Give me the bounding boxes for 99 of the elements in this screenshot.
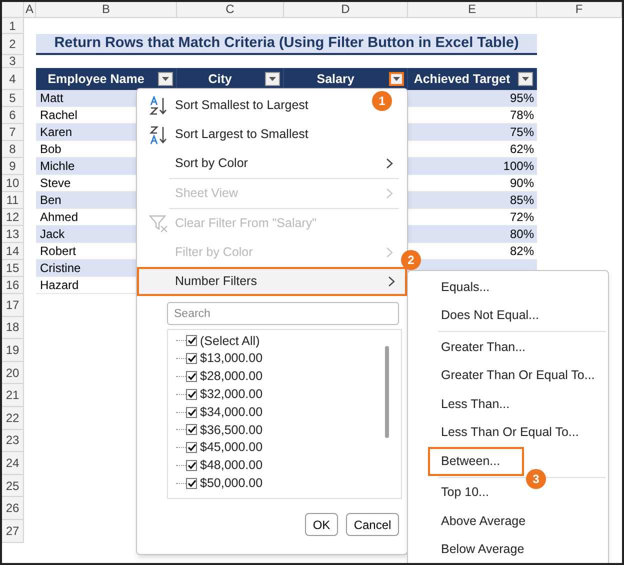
filter-dropdown-button[interactable] (265, 72, 280, 86)
check-icon (188, 444, 196, 452)
row-header[interactable]: 22 (2, 406, 24, 430)
dropdown-arrow-icon (522, 77, 529, 81)
filter-value-checkbox[interactable] (186, 335, 197, 346)
filter-value-label: $32,000.00 (200, 386, 263, 403)
row-header[interactable]: 24 (2, 452, 24, 475)
filter-dropdown-button[interactable] (389, 72, 404, 86)
row-header[interactable]: 17 (2, 294, 24, 317)
menu-item[interactable]: Equals... (408, 273, 608, 302)
check-icon (188, 372, 196, 380)
row-header[interactable]: 14 (2, 243, 24, 260)
row-header[interactable]: 19 (2, 339, 24, 362)
chevron-right-icon (386, 188, 393, 199)
row-header[interactable]: 26 (2, 497, 24, 520)
row-header[interactable]: 4 (2, 68, 24, 90)
table-cell: 100% (408, 158, 537, 175)
menu-item[interactable]: Between... (428, 447, 524, 476)
row-header[interactable]: 16 (2, 277, 24, 294)
row-header[interactable]: 11 (2, 192, 24, 209)
check-icon (188, 408, 196, 416)
filter-value-checkbox[interactable] (186, 406, 197, 418)
column-heading: Employee Name (36, 68, 177, 90)
row-header[interactable]: 18 (2, 316, 24, 340)
filter-dropdown-button[interactable] (158, 72, 173, 86)
sort-descending-icon (149, 124, 169, 144)
row-header[interactable]: 7 (2, 124, 24, 141)
filter-value-checkbox[interactable] (186, 353, 197, 364)
filter-value-label: $48,000.00 (200, 457, 263, 474)
menu-item[interactable]: Greater Than... (408, 333, 608, 362)
filter-value-checkbox[interactable] (186, 460, 197, 471)
menu-item[interactable]: Greater Than Or Equal To... (408, 362, 608, 390)
table-cell: 85% (408, 192, 537, 209)
column-heading: Achieved Target (408, 68, 537, 90)
menu-item[interactable]: Number Filters (137, 267, 407, 296)
menu-item[interactable]: Less Than Or Equal To... (408, 418, 608, 447)
filter-value-label: $13,000.00 (200, 350, 263, 368)
check-icon (188, 462, 196, 469)
filter-dropdown-button[interactable] (518, 72, 533, 86)
chevron-right-icon (386, 158, 393, 169)
menu-item[interactable]: Above Average (408, 507, 608, 536)
column-header[interactable]: C (177, 2, 284, 17)
check-icon (188, 355, 196, 362)
row-header[interactable]: 27 (2, 520, 24, 543)
filter-value-label: (Select All) (200, 332, 260, 350)
row-header[interactable]: 21 (2, 384, 24, 407)
row-header[interactable]: 8 (2, 141, 24, 158)
row-header[interactable]: 6 (2, 107, 24, 124)
row-header[interactable]: 25 (2, 474, 24, 498)
filter-value-label: $36,500.00 (200, 422, 263, 439)
check-icon (188, 390, 196, 398)
dropdown-arrow-icon (269, 77, 276, 81)
filter-value-label: $50,000.00 (200, 474, 263, 492)
filter-value-label: $28,000.00 (200, 368, 263, 386)
filter-value-checkbox[interactable] (186, 370, 197, 382)
dropdown-arrow-icon (393, 77, 400, 81)
menu-item[interactable]: Does Not Equal... (408, 302, 608, 330)
column-header[interactable]: E (408, 2, 537, 17)
chevron-right-icon (388, 276, 395, 287)
cancel-button[interactable]: Cancel (346, 513, 399, 536)
row-header[interactable]: 12 (2, 209, 24, 226)
row-header[interactable]: 2 (2, 34, 24, 55)
dropdown-arrow-icon (162, 77, 169, 81)
column-heading: City (177, 68, 284, 90)
filter-value-label: $34,000.00 (200, 404, 263, 421)
check-icon (188, 426, 196, 434)
scrollbar-thumb[interactable] (385, 346, 389, 438)
sort-ascending-icon (149, 96, 169, 116)
filter-value-checkbox[interactable] (186, 388, 197, 400)
filter-value-checkbox[interactable] (186, 478, 197, 489)
row-header[interactable]: 13 (2, 226, 24, 243)
row-header[interactable]: 20 (2, 362, 24, 384)
row-header[interactable]: 10 (2, 175, 24, 192)
row-header[interactable]: 5 (2, 90, 24, 107)
table-cell: 75% (408, 124, 537, 141)
ok-button[interactable]: OK (305, 513, 338, 536)
check-icon (188, 480, 196, 487)
row-header[interactable]: 23 (2, 430, 24, 452)
menu-item[interactable]: Less Than... (408, 390, 608, 418)
column-header[interactable]: A (24, 2, 36, 17)
filter-value-checkbox[interactable] (186, 424, 197, 436)
filter-value-checkbox[interactable] (186, 442, 197, 454)
row-header[interactable]: 15 (2, 260, 24, 277)
column-header[interactable]: B (36, 2, 177, 17)
check-icon (188, 337, 196, 344)
table-cell: 95% (408, 90, 537, 107)
column-header[interactable]: D (284, 2, 408, 17)
clear-filter-icon (149, 214, 169, 234)
column-header[interactable]: F (537, 2, 622, 17)
chevron-right-icon (386, 247, 393, 258)
row-header[interactable]: 1 (2, 18, 24, 34)
sheet-title: Return Rows that Match Criteria (Using Filter Button in Excel Table) (36, 34, 537, 55)
menu-item[interactable]: Below Average (408, 536, 608, 563)
row-header[interactable]: 9 (2, 158, 24, 175)
search-field[interactable]: Search (167, 302, 399, 325)
table-cell: 80% (408, 226, 537, 243)
filter-value-label: $45,000.00 (200, 439, 263, 456)
row-header[interactable]: 3 (2, 55, 24, 68)
column-heading: Salary (284, 68, 408, 90)
